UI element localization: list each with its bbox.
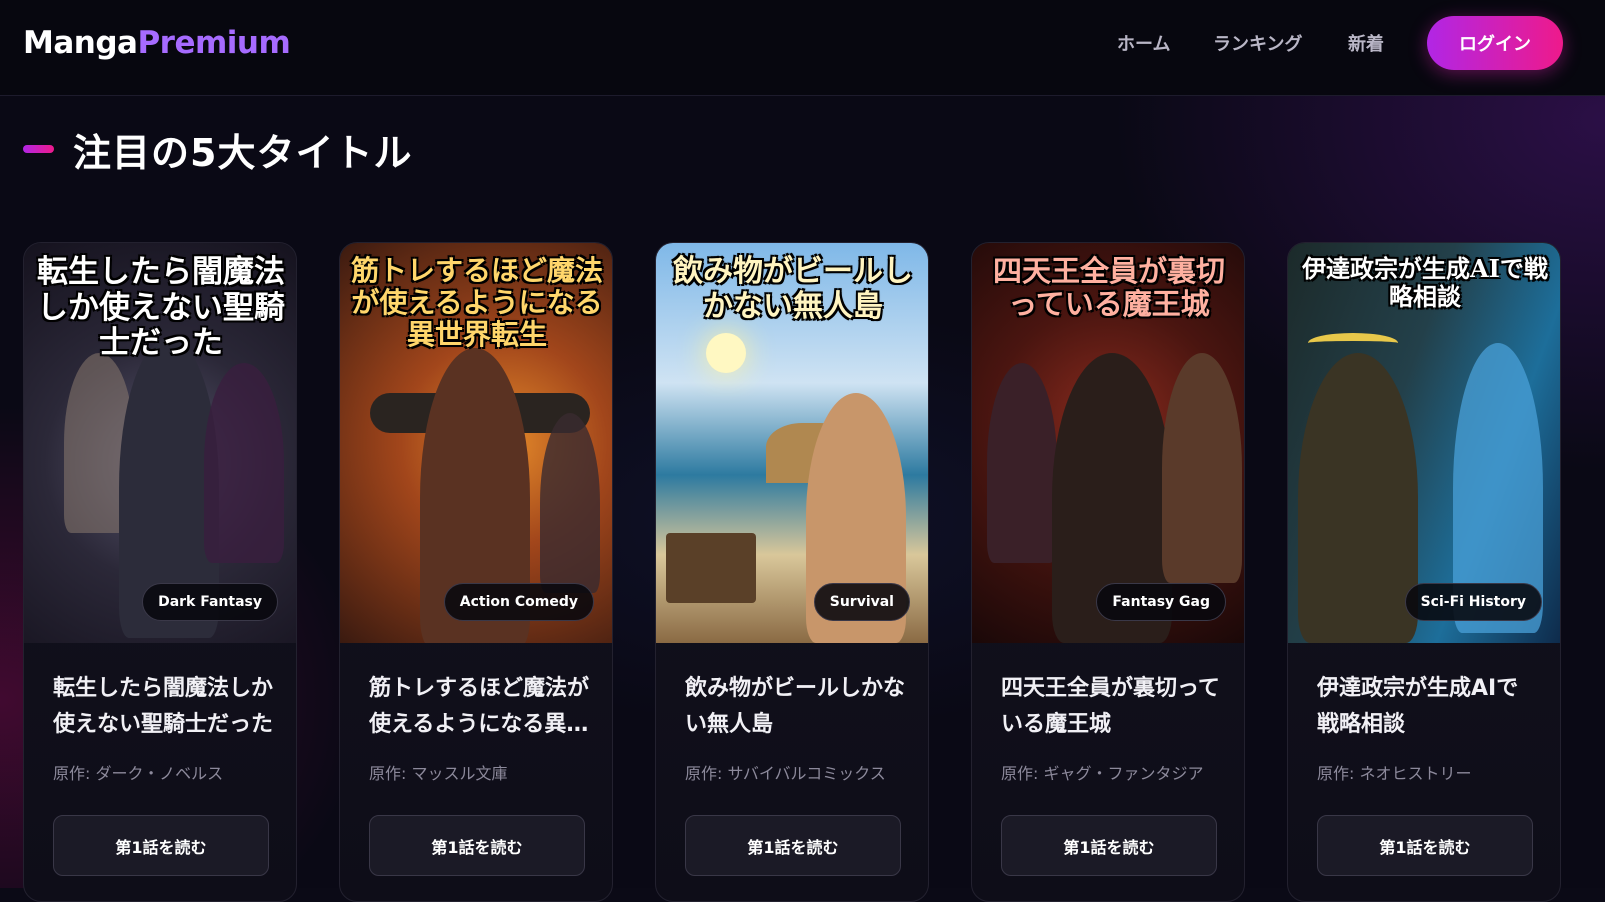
card-title[interactable]: 飲み物がビールしかない無人島 [685, 671, 907, 743]
sun-shape [706, 333, 746, 373]
manga-card[interactable]: 四天王全員が裏切っている魔王城 Fantasy Gag 四天王全員が裏切っている… [971, 242, 1245, 902]
nav-link-ranking[interactable]: ランキング [1213, 30, 1302, 56]
section-accent-bar [23, 145, 54, 153]
read-first-episode-button[interactable]: 第1話を読む [685, 815, 901, 876]
top-navbar: MangaPremium ホーム ランキング 新着 ログイン [0, 0, 1605, 96]
cover-figure [204, 363, 284, 563]
genre-badge: Sci-Fi History [1404, 583, 1542, 621]
manga-cover-image[interactable]: 転生したら闇魔法しか使えない聖騎士だった Dark Fantasy [24, 243, 296, 643]
card-title[interactable]: 伊達政宗が生成AIで戦略相談 [1317, 671, 1539, 743]
cover-figure [540, 413, 600, 593]
card-author: 原作: ギャグ・ファンタジア [1001, 764, 1204, 783]
brand-logo-part1: Manga [23, 25, 138, 61]
card-title[interactable]: 筋トレするほど魔法が使えるようになる異世界転生 [369, 671, 591, 743]
cover-title-text: 筋トレするほど魔法が使えるようになる異世界転生 [350, 254, 603, 352]
read-first-episode-button[interactable]: 第1話を読む [1001, 815, 1217, 876]
nav-link-new[interactable]: 新着 [1348, 30, 1384, 56]
cover-figure [1162, 353, 1242, 583]
read-first-episode-button[interactable]: 第1話を読む [53, 815, 269, 876]
manga-cover-image[interactable]: 四天王全員が裏切っている魔王城 Fantasy Gag [972, 243, 1244, 643]
manga-card[interactable]: 伊達政宗が生成AIで戦略相談 Sci-Fi History 伊達政宗が生成AIで… [1287, 242, 1561, 902]
crate-shape [666, 533, 756, 603]
card-author: 原作: ネオヒストリー [1317, 764, 1472, 783]
helmet-crest-shape [1308, 333, 1398, 353]
brand-logo[interactable]: MangaPremium [23, 25, 291, 61]
read-first-episode-button[interactable]: 第1話を読む [1317, 815, 1533, 876]
cover-title-text: 転生したら闇魔法しか使えない聖騎士だった [37, 254, 285, 362]
card-author: 原作: ダーク・ノベルス [53, 764, 224, 783]
section-title: 注目の5大タイトル [73, 131, 413, 175]
card-title[interactable]: 転生したら闇魔法しか使えない聖騎士だった [53, 671, 275, 743]
cover-title-text: 四天王全員が裏切っている魔王城 [992, 254, 1225, 322]
card-author: 原作: サバイバルコミックス [685, 764, 886, 783]
cover-figure [987, 363, 1057, 563]
genre-badge: Survival [813, 583, 910, 621]
genre-badge: Dark Fantasy [142, 583, 278, 621]
genre-badge: Fantasy Gag [1096, 583, 1226, 621]
genre-badge: Action Comedy [443, 583, 594, 621]
login-button[interactable]: ログイン [1427, 16, 1563, 70]
manga-cover-image[interactable]: 伊達政宗が生成AIで戦略相談 Sci-Fi History [1288, 243, 1560, 643]
brand-logo-part2: Premium [137, 25, 291, 61]
cover-title-text: 飲み物がビールしかない無人島 [673, 254, 913, 324]
manga-cover-image[interactable]: 筋トレするほど魔法が使えるようになる異世界転生 Action Comedy [340, 243, 612, 643]
cover-figure [1298, 353, 1418, 643]
card-title[interactable]: 四天王全員が裏切っている魔王城 [1001, 671, 1223, 743]
nav-link-home[interactable]: ホーム [1117, 30, 1170, 56]
manga-cover-image[interactable]: 飲み物がビールしかない無人島 Survival [656, 243, 928, 643]
manga-card[interactable]: 飲み物がビールしかない無人島 Survival 飲み物がビールしかない無人島 原… [655, 242, 929, 902]
read-first-episode-button[interactable]: 第1話を読む [369, 815, 585, 876]
manga-card[interactable]: 筋トレするほど魔法が使えるようになる異世界転生 Action Comedy 筋ト… [339, 242, 613, 902]
manga-card[interactable]: 転生したら闇魔法しか使えない聖騎士だった Dark Fantasy 転生したら闇… [23, 242, 297, 902]
cover-title-text: 伊達政宗が生成AIで戦略相談 [1302, 254, 1548, 311]
card-author: 原作: マッスル文庫 [369, 764, 508, 783]
